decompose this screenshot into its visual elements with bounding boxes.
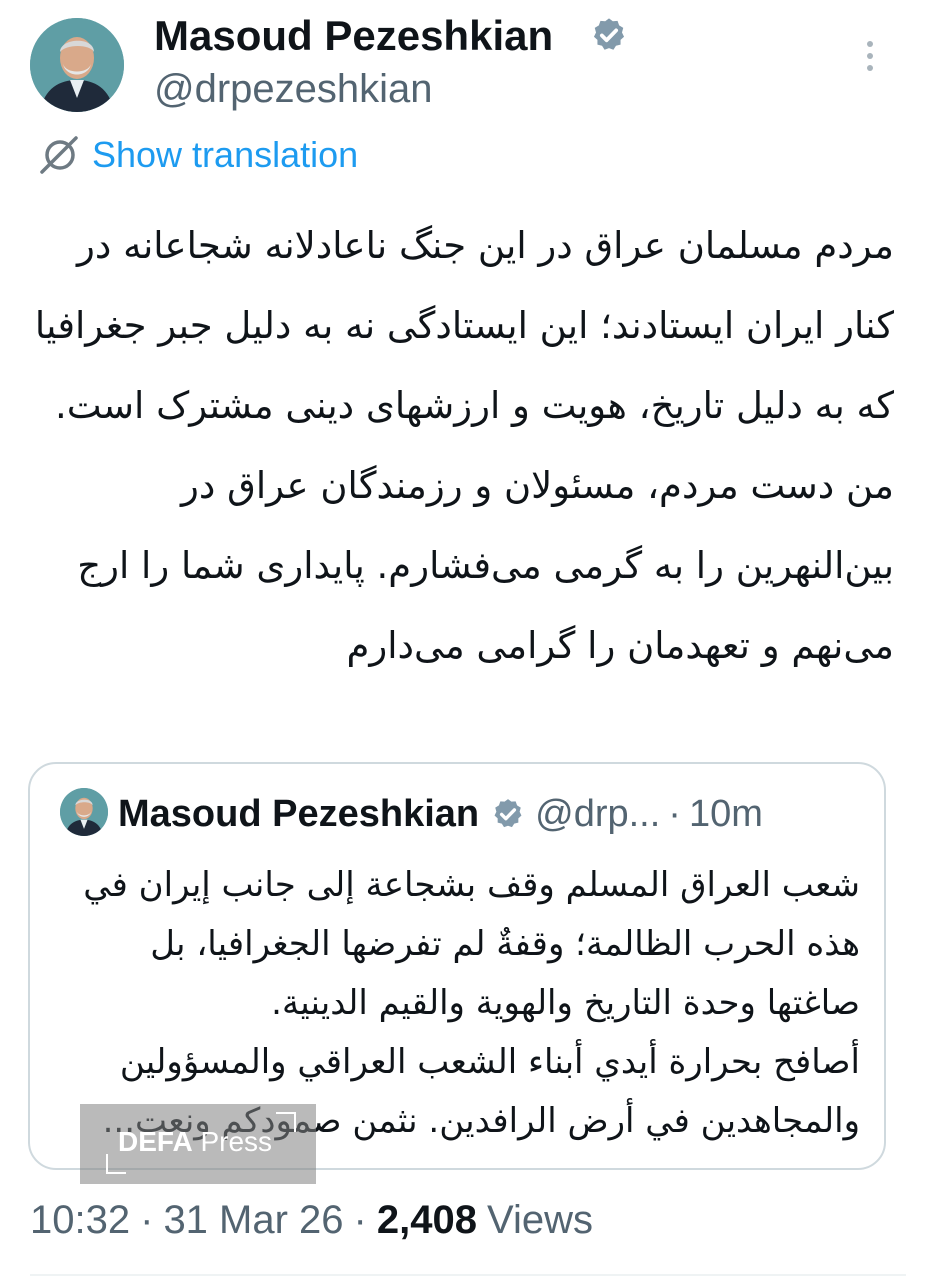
divider <box>30 1274 906 1276</box>
meta-separator: · <box>353 1197 367 1242</box>
watermark-strong: DEFA <box>118 1126 193 1157</box>
tweet-time[interactable]: 10:32 <box>30 1198 130 1243</box>
quoted-separator: · <box>668 792 681 835</box>
watermark-text: DEFA Press <box>118 1126 272 1158</box>
quoted-avatar-portrait <box>60 788 108 836</box>
watermark-light: Press <box>192 1126 273 1157</box>
author-display-name[interactable]: Masoud Pezeshkian <box>154 10 553 62</box>
show-translation-label: Show translation <box>92 134 359 175</box>
avatar-portrait <box>30 18 124 112</box>
more-options-icon[interactable] <box>854 36 886 76</box>
views-label: Views <box>486 1197 593 1242</box>
meta-separator: · <box>140 1197 154 1242</box>
quoted-author-handle: @drp... <box>535 792 661 835</box>
tweet-body: مردم مسلمان عراق در این جنگ ناعادلانه شج… <box>26 206 894 686</box>
author-avatar[interactable] <box>30 18 124 112</box>
defa-press-watermark: DEFA Press <box>80 1104 316 1184</box>
tweet-date[interactable]: 31 Mar 26 <box>163 1198 343 1243</box>
quoted-verified-badge-icon <box>494 799 522 828</box>
quoted-paragraph: شعب العراق المسلم وقف بشجاعة إلى جانب إي… <box>83 865 860 1023</box>
tweet-paragraph: من دست مردم، مسئولان و رزمندگان عراق در … <box>77 464 894 667</box>
tweet-meta: 10:32 · 31 Mar 26 · 2,408 Views <box>30 1192 593 1248</box>
tweet-paragraph: مردم مسلمان عراق در این جنگ ناعادلانه شج… <box>34 224 894 427</box>
quoted-timestamp: 10m <box>688 792 763 835</box>
quoted-author-avatar <box>60 788 108 836</box>
author-handle[interactable]: @drpezeshkian <box>154 64 433 114</box>
show-translation-link[interactable]: Show translation <box>38 130 358 180</box>
globe-slash-icon <box>40 136 78 174</box>
verified-badge-icon <box>593 18 625 50</box>
quoted-tweet-header: Masoud Pezeshkian @drp... · 10m <box>118 788 763 840</box>
views-count[interactable]: 2,408 <box>377 1198 477 1243</box>
quoted-author-name: Masoud Pezeshkian <box>118 792 480 835</box>
watermark-corner <box>276 1112 296 1132</box>
